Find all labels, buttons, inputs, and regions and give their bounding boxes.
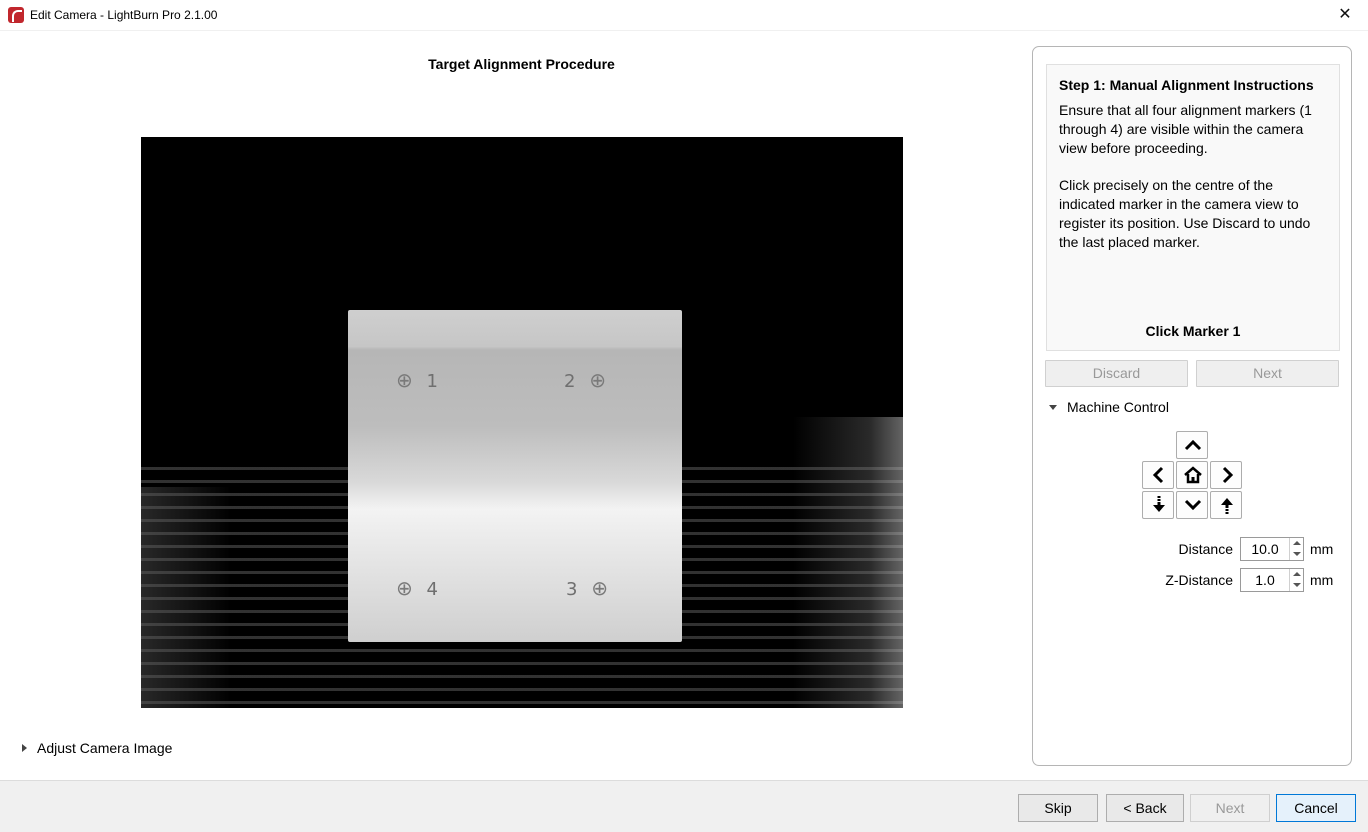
jog-z-up-button[interactable] — [1210, 491, 1242, 519]
alignment-panel: Step 1: Manual Alignment Instructions En… — [1032, 46, 1352, 766]
distance-label: Distance — [1178, 541, 1233, 557]
distance-increment-icon[interactable] — [1289, 538, 1303, 549]
cancel-button[interactable]: Cancel — [1276, 794, 1356, 822]
camera-bg-right — [793, 417, 903, 708]
machine-control-toggle[interactable]: Machine Control — [1049, 399, 1169, 415]
title-bar: Edit Camera - LightBurn Pro 2.1.00 ✕ — [0, 0, 1368, 31]
distance-spinbox[interactable]: 10.0 — [1240, 537, 1304, 561]
alignment-marker-3: 3 ⊕ — [566, 576, 608, 600]
target-crosshair-icon: ⊕ — [589, 368, 606, 392]
jog-left-button[interactable] — [1142, 461, 1174, 489]
alignment-marker-2: 2 ⊕ — [564, 368, 606, 392]
lightburn-logo-icon — [8, 7, 24, 23]
adjust-camera-image-toggle[interactable]: Adjust Camera Image — [22, 740, 172, 756]
up-arrow-icon — [1184, 439, 1202, 451]
back-button[interactable]: < Back — [1106, 794, 1184, 822]
z-distance-value[interactable]: 1.0 — [1241, 572, 1289, 588]
adjust-camera-image-label: Adjust Camera Image — [37, 740, 173, 756]
home-icon — [1184, 466, 1202, 484]
instructions-paragraph-2: Click precisely on the centre of the ind… — [1059, 177, 1311, 250]
z-distance-label: Z-Distance — [1165, 572, 1233, 588]
instructions-box: Step 1: Manual Alignment Instructions En… — [1046, 64, 1340, 351]
step-next-button[interactable]: Next — [1196, 360, 1339, 387]
marker-number: 1 — [426, 371, 438, 392]
marker-number: 3 — [566, 579, 578, 600]
procedure-title: Target Alignment Procedure — [428, 56, 615, 72]
camera-view[interactable]: ⊕ 1 2 ⊕ ⊕ 4 3 ⊕ — [141, 137, 903, 708]
left-arrow-icon — [1152, 466, 1164, 484]
distance-decrement-icon[interactable] — [1289, 549, 1303, 560]
jog-right-button[interactable] — [1210, 461, 1242, 489]
target-crosshair-icon: ⊕ — [591, 576, 608, 600]
jog-down-button[interactable] — [1176, 491, 1208, 519]
jog-z-down-button[interactable] — [1142, 491, 1174, 519]
window-title: Edit Camera - LightBurn Pro 2.1.00 — [30, 8, 218, 22]
down-arrow-icon — [1184, 499, 1202, 511]
jog-up-button[interactable] — [1176, 431, 1208, 459]
discard-button[interactable]: Discard — [1045, 360, 1188, 387]
expand-arrow-icon — [22, 744, 27, 752]
marker-number: 4 — [426, 579, 438, 600]
alignment-marker-4: ⊕ 4 — [396, 576, 438, 600]
z-up-icon — [1221, 498, 1233, 514]
skip-button[interactable]: Skip — [1018, 794, 1098, 822]
alignment-target-sheet: ⊕ 1 2 ⊕ ⊕ 4 3 ⊕ — [348, 310, 682, 642]
distance-value[interactable]: 10.0 — [1241, 541, 1289, 557]
z-distance-unit: mm — [1310, 572, 1334, 588]
collapse-arrow-icon — [1049, 405, 1057, 410]
z-distance-decrement-icon[interactable] — [1289, 580, 1303, 591]
next-button[interactable]: Next — [1190, 794, 1270, 822]
z-down-icon — [1153, 496, 1165, 512]
distance-unit: mm — [1310, 541, 1334, 557]
marker-number: 2 — [564, 371, 576, 392]
z-distance-increment-icon[interactable] — [1289, 569, 1303, 580]
click-marker-status: Click Marker 1 — [1145, 323, 1241, 339]
close-window-button[interactable]: ✕ — [1322, 0, 1368, 31]
right-arrow-icon — [1222, 466, 1234, 484]
target-crosshair-icon: ⊕ — [396, 368, 413, 392]
alignment-marker-1: ⊕ 1 — [396, 368, 438, 392]
instructions-paragraph-1: Ensure that all four alignment markers (… — [1059, 102, 1312, 156]
machine-control-label: Machine Control — [1067, 399, 1169, 415]
z-distance-spinbox[interactable]: 1.0 — [1240, 568, 1304, 592]
target-crosshair-icon: ⊕ — [396, 576, 413, 600]
instructions-title: Step 1: Manual Alignment Instructions — [1059, 77, 1314, 93]
wizard-footer: Skip < Back Next Cancel — [0, 780, 1368, 832]
jog-home-button[interactable] — [1176, 461, 1208, 489]
instructions-text: Ensure that all four alignment markers (… — [1059, 101, 1327, 252]
